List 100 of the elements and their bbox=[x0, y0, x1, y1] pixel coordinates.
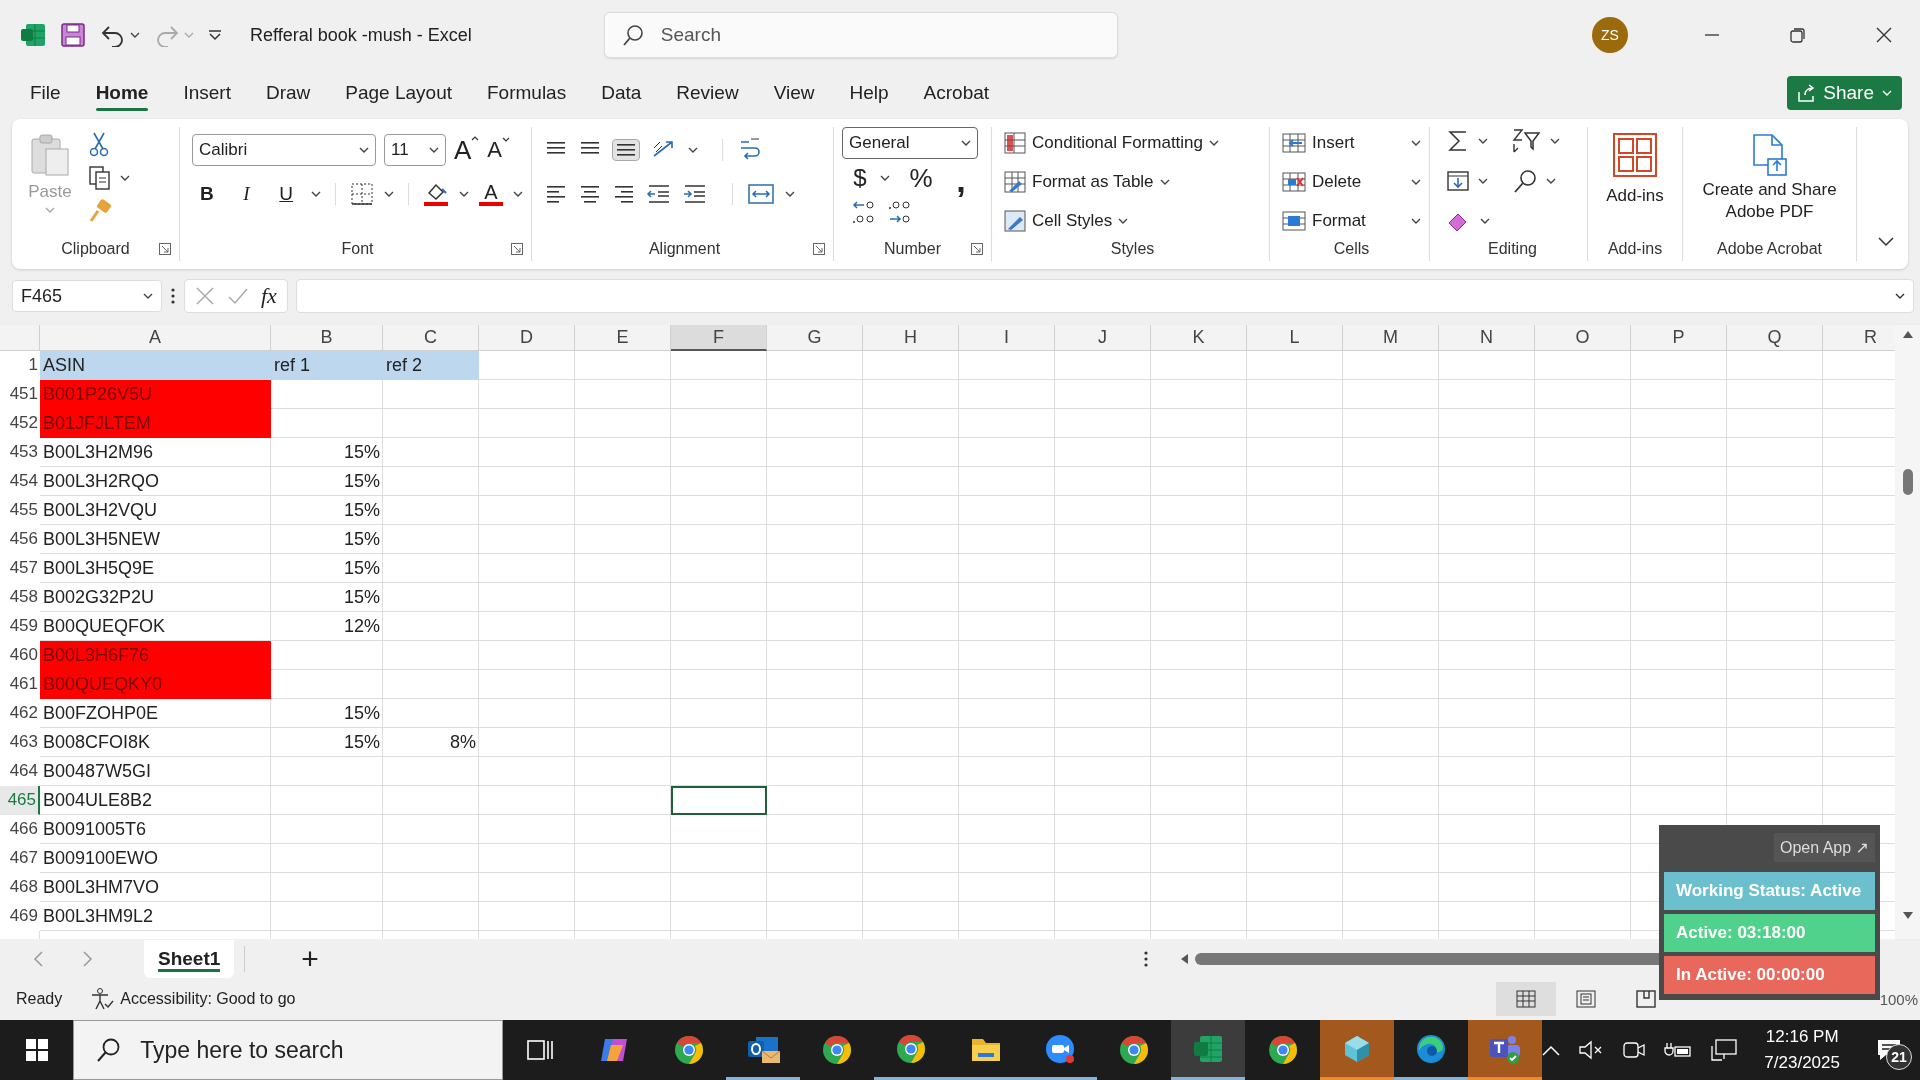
increase-indent-icon[interactable] bbox=[682, 183, 708, 205]
more-options-icon[interactable] bbox=[1142, 950, 1149, 968]
row-header[interactable]: 466 bbox=[0, 815, 40, 844]
collapse-ribbon-icon[interactable] bbox=[1878, 237, 1894, 247]
add-ins-button[interactable]: Add-ins bbox=[1606, 127, 1664, 237]
conditional-formatting-icon[interactable] bbox=[1004, 132, 1026, 154]
fill-color-icon[interactable] bbox=[423, 181, 449, 207]
chrome-icon[interactable] bbox=[672, 1034, 705, 1066]
scrollbar-thumb[interactable] bbox=[1902, 469, 1913, 495]
sheet-tab[interactable]: Sheet1 bbox=[144, 940, 235, 978]
chrome-icon[interactable] bbox=[1266, 1034, 1299, 1066]
create-pdf-button[interactable]: Create and Share Adobe PDF bbox=[1694, 127, 1845, 237]
notifications-button[interactable]: 21 bbox=[1858, 1020, 1920, 1080]
open-app-button[interactable]: Open App ↗ bbox=[1773, 833, 1875, 862]
column-header[interactable]: H bbox=[863, 325, 959, 351]
scroll-down-icon[interactable] bbox=[1901, 911, 1914, 921]
network-icon[interactable] bbox=[1710, 1038, 1739, 1062]
caret-icon[interactable] bbox=[785, 191, 795, 197]
more-options-icon[interactable] bbox=[170, 287, 176, 305]
row-header[interactable]: 469 bbox=[0, 902, 40, 931]
dialog-launcher-icon[interactable] bbox=[813, 243, 825, 255]
column-header[interactable]: C bbox=[383, 325, 479, 351]
caret-icon[interactable] bbox=[961, 140, 971, 146]
caret-icon[interactable] bbox=[311, 191, 321, 197]
row-header[interactable]: 453 bbox=[0, 438, 40, 467]
insert-function-button[interactable]: fx bbox=[261, 283, 277, 309]
chrome-icon[interactable] bbox=[821, 1034, 854, 1066]
column-header[interactable]: B bbox=[271, 325, 383, 351]
caret-icon[interactable] bbox=[1209, 140, 1220, 146]
row-header[interactable]: 462 bbox=[0, 699, 40, 728]
caret-icon[interactable] bbox=[120, 175, 130, 181]
cell-styles-icon[interactable] bbox=[1004, 210, 1026, 232]
row-header[interactable]: 468 bbox=[0, 873, 40, 902]
customize-toolbar-icon[interactable] bbox=[208, 29, 222, 41]
row-header[interactable]: 457 bbox=[0, 554, 40, 583]
row-header[interactable]: 456 bbox=[0, 525, 40, 554]
name-box[interactable]: F465 bbox=[12, 280, 162, 312]
caret-icon[interactable] bbox=[1411, 218, 1421, 224]
align-right-icon[interactable] bbox=[612, 184, 636, 204]
column-header[interactable]: L bbox=[1247, 325, 1343, 351]
cells-menu-button[interactable]: Delete bbox=[1282, 166, 1421, 198]
ribbon-tab[interactable]: Data bbox=[601, 70, 658, 115]
save-icon[interactable] bbox=[60, 22, 86, 48]
dialog-launcher-icon[interactable] bbox=[971, 243, 983, 255]
caret-icon[interactable] bbox=[1478, 138, 1488, 144]
column-header[interactable]: R bbox=[1823, 325, 1895, 351]
borders-icon[interactable] bbox=[350, 182, 374, 206]
caret-icon[interactable] bbox=[1546, 178, 1556, 184]
bold-button[interactable]: B bbox=[192, 179, 222, 209]
caret-icon[interactable] bbox=[1159, 179, 1170, 185]
number-format-dropdown[interactable]: General bbox=[842, 127, 978, 159]
row-header[interactable]: 452 bbox=[0, 409, 40, 438]
ribbon-tab[interactable]: Acrobat bbox=[923, 70, 1006, 115]
font-name-dropdown[interactable]: Calibri bbox=[192, 134, 376, 166]
styles-menu-button[interactable]: Cell Styles bbox=[1004, 205, 1261, 237]
merge-center-icon[interactable] bbox=[747, 182, 775, 206]
decrease-indent-icon[interactable] bbox=[646, 183, 672, 205]
row-header[interactable]: 467 bbox=[0, 844, 40, 873]
align-left-icon[interactable] bbox=[544, 184, 568, 204]
format-cells-icon[interactable] bbox=[1282, 211, 1306, 231]
styles-menu-button[interactable]: Format as Table bbox=[1004, 166, 1261, 198]
caret-icon[interactable] bbox=[1480, 218, 1490, 224]
caret-icon[interactable] bbox=[459, 191, 469, 197]
ribbon-tab[interactable]: Insert bbox=[183, 70, 247, 115]
cells-menu-button[interactable]: Insert bbox=[1282, 127, 1421, 159]
zoom-icon[interactable] bbox=[1043, 1032, 1076, 1065]
camera-icon[interactable] bbox=[1622, 1039, 1647, 1061]
row-header[interactable]: 455 bbox=[0, 496, 40, 525]
column-header[interactable]: A bbox=[40, 325, 271, 351]
dialog-launcher-icon[interactable] bbox=[159, 243, 171, 255]
row-header[interactable]: 460 bbox=[0, 641, 40, 670]
column-header[interactable]: D bbox=[479, 325, 575, 351]
column-header[interactable]: M bbox=[1343, 325, 1439, 351]
chrome-icon[interactable] bbox=[1118, 1034, 1151, 1066]
column-header[interactable]: F bbox=[671, 325, 767, 351]
caret-icon[interactable] bbox=[130, 32, 140, 38]
active-cell[interactable] bbox=[671, 786, 767, 815]
column-header[interactable]: E bbox=[575, 325, 671, 351]
chrome-icon[interactable] bbox=[895, 1032, 928, 1065]
spreadsheet-app-icon[interactable] bbox=[1192, 1033, 1225, 1064]
taskbar-search-field[interactable]: Type here to search bbox=[73, 1020, 504, 1080]
caret-icon[interactable] bbox=[1411, 179, 1421, 185]
caret-icon[interactable] bbox=[688, 147, 698, 153]
share-button[interactable]: Share bbox=[1787, 76, 1902, 110]
row-header[interactable]: 451 bbox=[0, 380, 40, 409]
caret-icon[interactable] bbox=[429, 147, 439, 153]
ribbon-tab[interactable]: Home bbox=[95, 70, 165, 115]
row-header[interactable]: 454 bbox=[0, 467, 40, 496]
copy-icon[interactable] bbox=[88, 165, 112, 191]
decrease-font-size-button[interactable]: A bbox=[487, 137, 511, 163]
taskbar-clock[interactable]: 12:16 PM 7/23/2025 bbox=[1764, 1027, 1840, 1073]
delete-cells-icon[interactable] bbox=[1282, 172, 1306, 192]
caret-icon[interactable] bbox=[1895, 293, 1905, 299]
caret-icon[interactable] bbox=[359, 147, 369, 153]
row-header[interactable]: 461 bbox=[0, 670, 40, 699]
row-header[interactable]: 459 bbox=[0, 612, 40, 641]
currency-button[interactable]: $ bbox=[850, 163, 870, 193]
increase-font-size-button[interactable]: A bbox=[454, 134, 480, 166]
column-header[interactable]: Q bbox=[1727, 325, 1823, 351]
search-field[interactable]: Search bbox=[603, 12, 1118, 58]
